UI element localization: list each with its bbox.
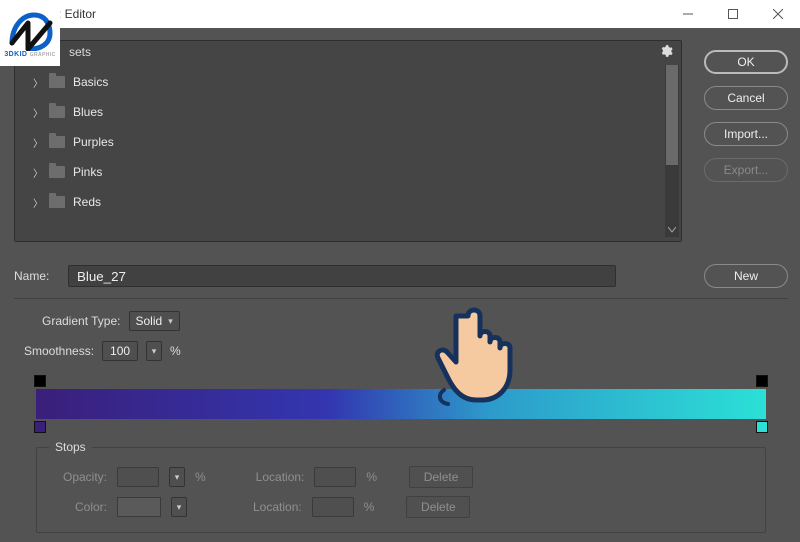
preset-folder[interactable]: 〉 Blues <box>15 97 681 127</box>
folder-icon <box>49 76 65 88</box>
opacity-stop-left[interactable] <box>34 375 46 387</box>
gradient-type-select[interactable]: Solid ▾ <box>129 311 180 331</box>
chevron-down-icon: ▾ <box>168 316 173 327</box>
maximize-button[interactable] <box>710 0 755 28</box>
percent-sign: % <box>364 500 375 514</box>
preset-folder-label: Basics <box>73 75 108 89</box>
opacity-location-input[interactable] <box>314 467 356 487</box>
minimize-button[interactable] <box>665 0 710 28</box>
new-button[interactable]: New <box>704 264 788 288</box>
preset-folder-label: Purples <box>73 135 114 149</box>
export-button[interactable]: Export... <box>704 158 788 182</box>
percent-sign: % <box>366 470 377 484</box>
close-button[interactable] <box>755 0 800 28</box>
chevron-right-icon: 〉 <box>33 75 43 90</box>
color-stop-left[interactable] <box>34 421 46 433</box>
color-stop-right[interactable] <box>756 421 768 433</box>
presets-label: sets <box>69 45 91 59</box>
folder-icon <box>49 136 65 148</box>
chevron-down-icon[interactable] <box>665 223 679 237</box>
preset-folder-label: Blues <box>73 105 103 119</box>
chevron-right-icon: 〉 <box>33 195 43 210</box>
stops-panel: Stops Opacity: ▾ % Location: % Delete Co… <box>36 447 766 533</box>
gradient-type-label: Gradient Type: <box>42 314 121 328</box>
presets-panel: sets 〉 Basics 〉 Blues 〉 Purples 〉 <box>14 40 682 242</box>
opacity-stepper[interactable]: ▾ <box>169 467 185 487</box>
color-stepper[interactable]: ▾ <box>171 497 187 517</box>
window-title: : Editor <box>58 7 96 21</box>
opacity-stop-right[interactable] <box>756 375 768 387</box>
gradient-bar-area <box>36 389 766 419</box>
preset-folder[interactable]: 〉 Pinks <box>15 157 681 187</box>
location-label: Location: <box>256 470 305 484</box>
preset-folder-label: Pinks <box>73 165 102 179</box>
gradient-type-value: Solid <box>136 314 163 328</box>
color-swatch[interactable] <box>117 497 161 517</box>
name-label: Name: <box>14 269 58 283</box>
cancel-button[interactable]: Cancel <box>704 86 788 110</box>
preset-folder[interactable]: 〉 Reds <box>15 187 681 217</box>
opacity-label: Opacity: <box>51 470 107 484</box>
smoothness-label: Smoothness: <box>24 344 94 358</box>
location-label: Location: <box>253 500 302 514</box>
presets-list[interactable]: 〉 Basics 〉 Blues 〉 Purples 〉 Pinks 〉 <box>15 63 681 241</box>
color-delete-button[interactable]: Delete <box>406 496 470 518</box>
chevron-right-icon: 〉 <box>33 165 43 180</box>
gear-icon[interactable] <box>659 44 673 61</box>
window-controls <box>665 0 800 28</box>
chevron-down-icon: ▾ <box>152 346 157 357</box>
presets-scrollbar[interactable] <box>665 65 679 237</box>
chevron-right-icon: 〉 <box>33 105 43 120</box>
percent-sign: % <box>170 344 181 358</box>
logo-watermark: 3DKID GRAPHIC <box>0 0 60 66</box>
chevron-down-icon: ▾ <box>175 472 180 483</box>
color-label: Color: <box>51 500 107 514</box>
folder-icon <box>49 196 65 208</box>
pointer-hand-overlay <box>430 298 520 408</box>
percent-sign: % <box>195 470 206 484</box>
folder-icon <box>49 166 65 178</box>
import-button[interactable]: Import... <box>704 122 788 146</box>
opacity-delete-button[interactable]: Delete <box>409 466 473 488</box>
chevron-right-icon: 〉 <box>33 135 43 150</box>
ok-button[interactable]: OK <box>704 50 788 74</box>
smoothness-input[interactable]: 100 <box>102 341 138 361</box>
scrollbar-thumb[interactable] <box>666 65 678 165</box>
gradient-bar[interactable] <box>36 389 766 419</box>
name-input[interactable] <box>68 265 616 287</box>
preset-folder-label: Reds <box>73 195 101 209</box>
preset-folder[interactable]: 〉 Purples <box>15 127 681 157</box>
titlebar: : Editor <box>0 0 800 28</box>
logo-line1: 3DKID <box>4 51 27 58</box>
logo-line2: GRAPHIC <box>30 52 56 58</box>
chevron-down-icon: ▾ <box>177 502 182 513</box>
stops-title: Stops <box>49 440 92 454</box>
preset-folder[interactable]: 〉 Basics <box>15 67 681 97</box>
opacity-input[interactable] <box>117 467 159 487</box>
folder-icon <box>49 106 65 118</box>
smoothness-stepper[interactable]: ▾ <box>146 341 162 361</box>
color-location-input[interactable] <box>312 497 354 517</box>
